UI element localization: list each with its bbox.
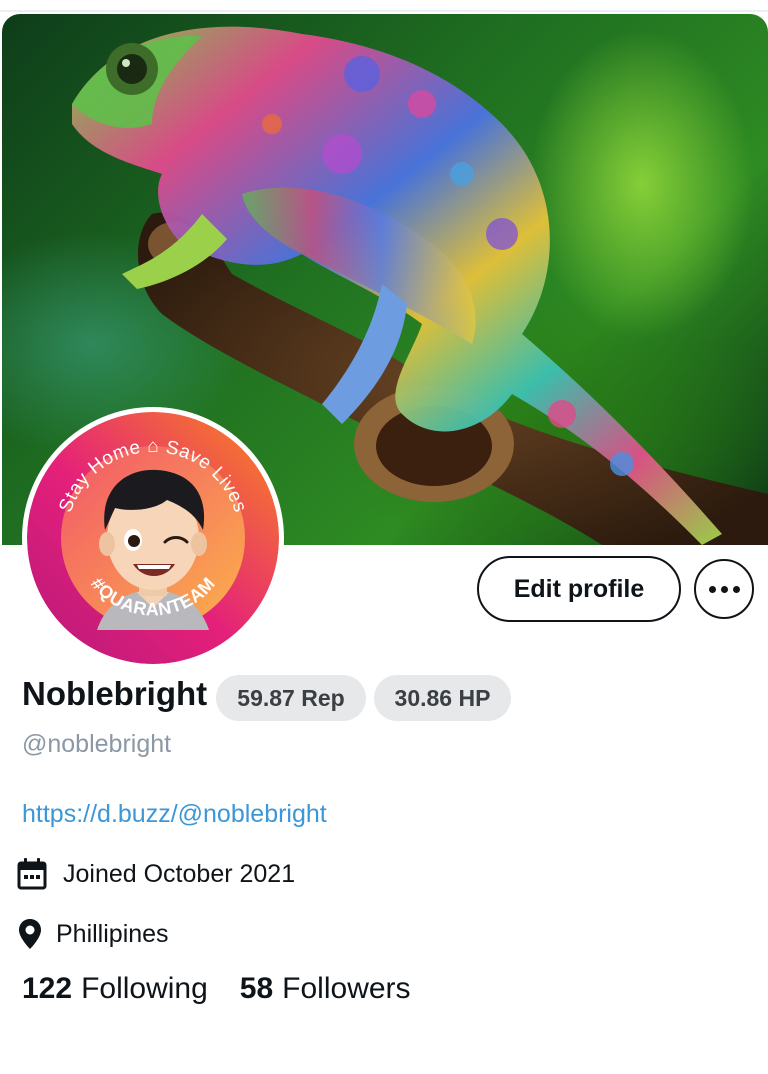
hp-badge: 30.86 HP <box>374 675 511 721</box>
followers-label: Followers <box>282 972 411 1005</box>
edit-profile-label: Edit profile <box>513 574 645 603</box>
location-row: Phillipines <box>18 918 169 950</box>
follow-stats: 122 Following 58 Followers <box>22 972 411 1006</box>
calendar-icon <box>16 857 48 891</box>
profile-website-link[interactable]: https://d.buzz/@noblebright <box>22 800 327 829</box>
followers-link[interactable]: 58 Followers <box>240 972 411 1006</box>
following-link[interactable]: 122 Following <box>22 972 208 1006</box>
top-divider <box>0 10 768 12</box>
more-options-button[interactable] <box>694 559 754 619</box>
location-text: Phillipines <box>56 919 169 948</box>
edit-profile-button[interactable]: Edit profile <box>477 556 681 622</box>
user-handle: @noblebright <box>22 730 172 758</box>
joined-date-row: Joined October 2021 <box>16 857 295 891</box>
followers-count: 58 <box>239 972 274 1005</box>
following-count: 122 <box>22 972 73 1005</box>
avatar-image: Stay Home ⌂ Save Lives #QUARANTEAM <box>27 412 279 664</box>
reputation-badge: 59.87 Rep <box>216 675 366 721</box>
joined-date-text: Joined October 2021 <box>63 859 296 888</box>
following-label: Following <box>81 972 208 1005</box>
profile-avatar[interactable]: Stay Home ⌂ Save Lives #QUARANTEAM <box>22 407 284 669</box>
location-pin-icon <box>18 918 42 950</box>
display-name: Noblebright <box>22 675 208 712</box>
more-horizontal-icon <box>708 585 740 593</box>
